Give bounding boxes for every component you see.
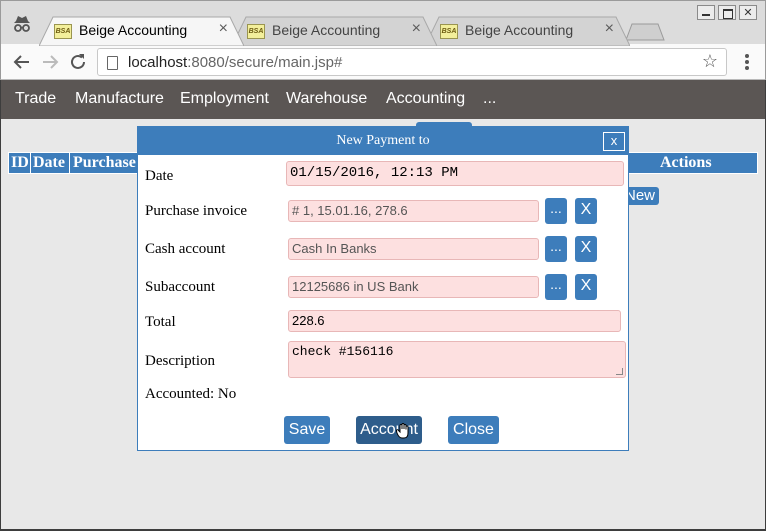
bookmark-star-icon[interactable]: ☆ xyxy=(702,51,718,72)
dialog-header: New Payment to x xyxy=(138,127,628,155)
cash-account-label: Cash account xyxy=(145,241,226,257)
date-label: Date xyxy=(145,168,174,184)
column-header-date: Date xyxy=(33,154,65,171)
menu-item-more[interactable]: ... xyxy=(483,90,496,108)
tab-close-icon[interactable]: × xyxy=(412,20,421,38)
dialog-close-button[interactable]: x xyxy=(603,132,625,151)
pick-cash-account-button[interactable]: ... xyxy=(545,236,567,262)
menu-item-accounting[interactable]: Accounting xyxy=(386,90,465,108)
bsa-favicon-icon: BSA xyxy=(247,24,265,39)
total-label: Total xyxy=(145,314,176,330)
dialog-title: New Payment to xyxy=(336,133,430,148)
tab-beige-accounting-3[interactable]: BSA Beige Accounting × xyxy=(425,16,630,46)
window-controls: ✕ xyxy=(697,5,757,20)
resize-handle-icon[interactable] xyxy=(616,368,623,375)
subaccount-label: Subaccount xyxy=(145,279,215,295)
subaccount-field: 12125686 in US Bank xyxy=(288,276,539,298)
maximize-icon[interactable] xyxy=(718,5,736,20)
total-input[interactable]: 228.6 xyxy=(288,310,621,332)
tab-title: Beige Accounting xyxy=(272,22,381,38)
save-button[interactable]: Save xyxy=(284,416,330,444)
browser-menu-icon[interactable] xyxy=(745,54,749,72)
tab-close-icon[interactable]: × xyxy=(605,20,614,38)
date-input[interactable]: 01/15/2016, 12:13 PM xyxy=(286,161,624,186)
clear-subaccount-button[interactable]: X xyxy=(575,274,597,300)
purchase-invoice-field: # 1, 15.01.16, 278.6 xyxy=(288,200,539,222)
account-button[interactable]: Account xyxy=(356,416,422,444)
description-textarea[interactable]: check #156116 xyxy=(288,341,626,378)
pick-purchase-invoice-button[interactable]: ... xyxy=(545,198,567,224)
address-bar[interactable]: localhost:8080/secure/main.jsp# ☆ xyxy=(97,48,727,76)
menu-item-employment[interactable]: Employment xyxy=(180,90,269,108)
tab-close-icon[interactable]: × xyxy=(219,20,228,38)
accounted-status: Accounted: No xyxy=(145,386,237,402)
bsa-favicon-icon: BSA xyxy=(54,24,72,39)
menu-item-trade[interactable]: Trade xyxy=(15,90,56,108)
new-payment-dialog: New Payment to x Date 01/15/2016, 12:13 … xyxy=(137,126,629,451)
purchase-invoice-label: Purchase invoice xyxy=(145,203,248,219)
tab-beige-accounting-1[interactable]: BSA Beige Accounting × xyxy=(39,16,244,46)
tab-title: Beige Accounting xyxy=(79,22,188,38)
browser-toolbar: localhost:8080/secure/main.jsp# ☆ xyxy=(0,44,766,80)
browser-tabstrip: BSA Beige Accounting × BSA Beige Account… xyxy=(0,0,766,46)
menu-item-manufacture[interactable]: Manufacture xyxy=(75,90,164,108)
forward-arrow-icon[interactable] xyxy=(39,51,61,73)
incognito-icon xyxy=(14,16,30,32)
reload-icon[interactable] xyxy=(67,51,89,73)
main-menu: Trade Manufacture Employment Warehouse A… xyxy=(1,80,765,119)
new-tab-button[interactable] xyxy=(625,23,665,41)
minimize-icon[interactable] xyxy=(697,5,715,20)
bsa-favicon-icon: BSA xyxy=(440,24,458,39)
column-header-purchase: Purchase xyxy=(73,154,136,171)
window-close-icon[interactable]: ✕ xyxy=(739,5,757,20)
description-label: Description xyxy=(145,353,215,369)
menu-item-warehouse[interactable]: Warehouse xyxy=(286,90,367,108)
close-button[interactable]: Close xyxy=(448,416,499,444)
url-text: localhost:8080/secure/main.jsp# xyxy=(128,54,343,71)
tab-title: Beige Accounting xyxy=(465,22,574,38)
column-header-id: ID xyxy=(11,154,29,171)
page-icon xyxy=(107,56,118,70)
tab-beige-accounting-2[interactable]: BSA Beige Accounting × xyxy=(232,16,437,46)
pick-subaccount-button[interactable]: ... xyxy=(545,274,567,300)
back-arrow-icon[interactable] xyxy=(11,51,33,73)
clear-purchase-invoice-button[interactable]: X xyxy=(575,198,597,224)
clear-cash-account-button[interactable]: X xyxy=(575,236,597,262)
cash-account-field: Cash In Banks xyxy=(288,238,539,260)
column-header-actions: Actions xyxy=(660,154,712,171)
hand-cursor-icon xyxy=(396,423,409,439)
